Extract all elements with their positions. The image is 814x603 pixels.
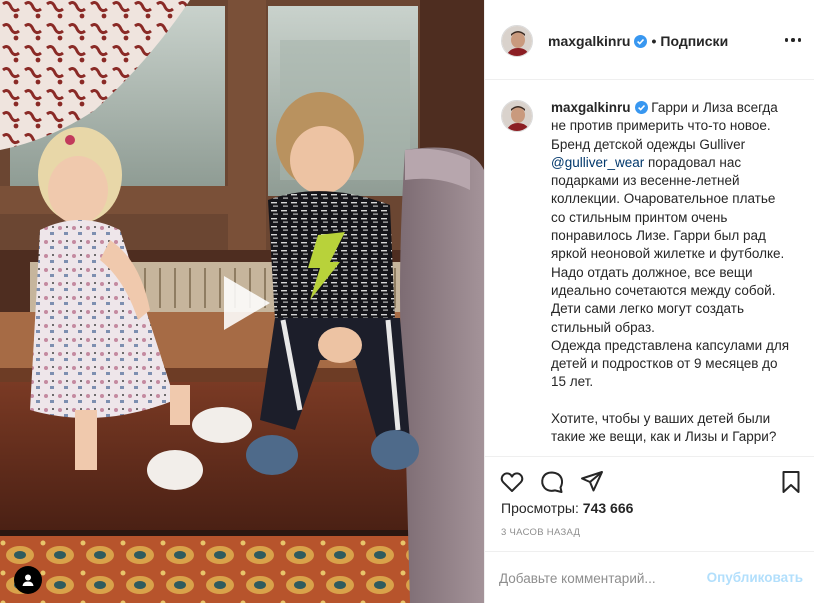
caption-author-avatar[interactable] (501, 100, 533, 132)
publish-button[interactable]: Опубликовать (707, 570, 803, 585)
views-label: Просмотры: (501, 500, 579, 516)
save-button[interactable] (778, 469, 804, 495)
avatar-image (502, 26, 532, 56)
post-header: maxgalkinru • Подписки (485, 0, 814, 80)
bookmark-icon (782, 471, 800, 493)
caption-mention[interactable]: @gulliver_wear (551, 155, 644, 170)
author-avatar[interactable] (501, 25, 533, 57)
play-icon (224, 276, 270, 330)
caption-username[interactable]: maxgalkinru (551, 100, 631, 115)
separator-dot: • (651, 33, 657, 49)
caption-text: maxgalkinru Гарри и Лиза всегда не проти… (551, 99, 791, 446)
view-count[interactable]: Просмотры: 743 666 (501, 500, 633, 516)
post-actions (485, 456, 814, 506)
post-details-panel: maxgalkinru • Подписки maxgalkinru Гарри и… (484, 0, 814, 603)
comment-bar: Опубликовать (485, 551, 814, 603)
views-number: 743 666 (582, 500, 634, 516)
user-tag-icon (22, 574, 34, 586)
caption-paragraph-2: Надо отдать должное, все вещи идеально с… (551, 264, 776, 335)
post-author-line: maxgalkinru • Подписки (548, 33, 728, 49)
comment-button[interactable] (539, 469, 565, 495)
verified-badge-icon (634, 35, 648, 48)
author-username[interactable]: maxgalkinru (548, 33, 630, 49)
tagged-users-button[interactable] (14, 566, 42, 594)
like-button[interactable] (499, 469, 525, 495)
post-timestamp[interactable]: 3 часов назад (501, 527, 580, 538)
comment-icon (541, 471, 564, 493)
heart-icon (500, 472, 524, 492)
share-button[interactable] (579, 469, 605, 495)
video-play-button[interactable] (208, 268, 278, 338)
avatar-image (502, 101, 532, 131)
caption-paragraph-1: maxgalkinru Гарри и Лиза всегда не проти… (551, 99, 791, 264)
caption-text-part-2: порадовал нас подарками из весенне-летне… (551, 154, 785, 262)
send-icon (581, 471, 603, 492)
more-options-button[interactable] (781, 32, 805, 48)
more-options-icon (784, 38, 802, 42)
following-button[interactable]: Подписки (660, 33, 728, 49)
caption-paragraph-4: Хотите, чтобы у ваших детей были такие ж… (551, 410, 777, 445)
post-media[interactable] (0, 0, 484, 603)
verified-badge-icon (634, 101, 648, 114)
caption-paragraph-3: Одежда представлена капсулами для детей … (551, 337, 790, 390)
post-caption: maxgalkinru Гарри и Лиза всегда не проти… (485, 80, 814, 456)
comment-input[interactable] (499, 568, 699, 588)
